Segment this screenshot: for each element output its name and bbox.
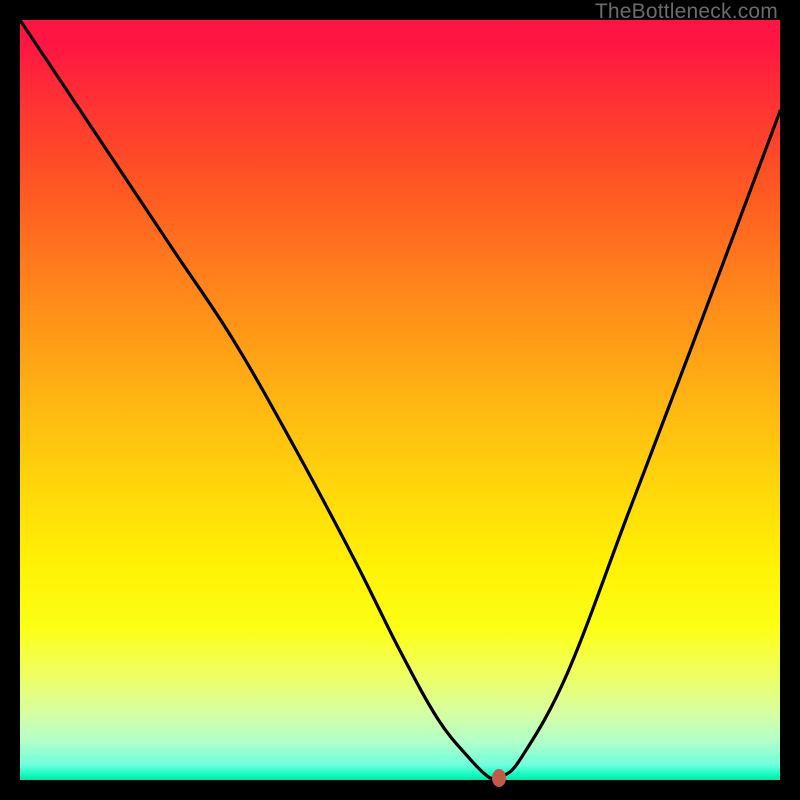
chart-line: [20, 20, 780, 780]
chart-frame: [20, 20, 780, 780]
chart-marker: [492, 769, 506, 787]
